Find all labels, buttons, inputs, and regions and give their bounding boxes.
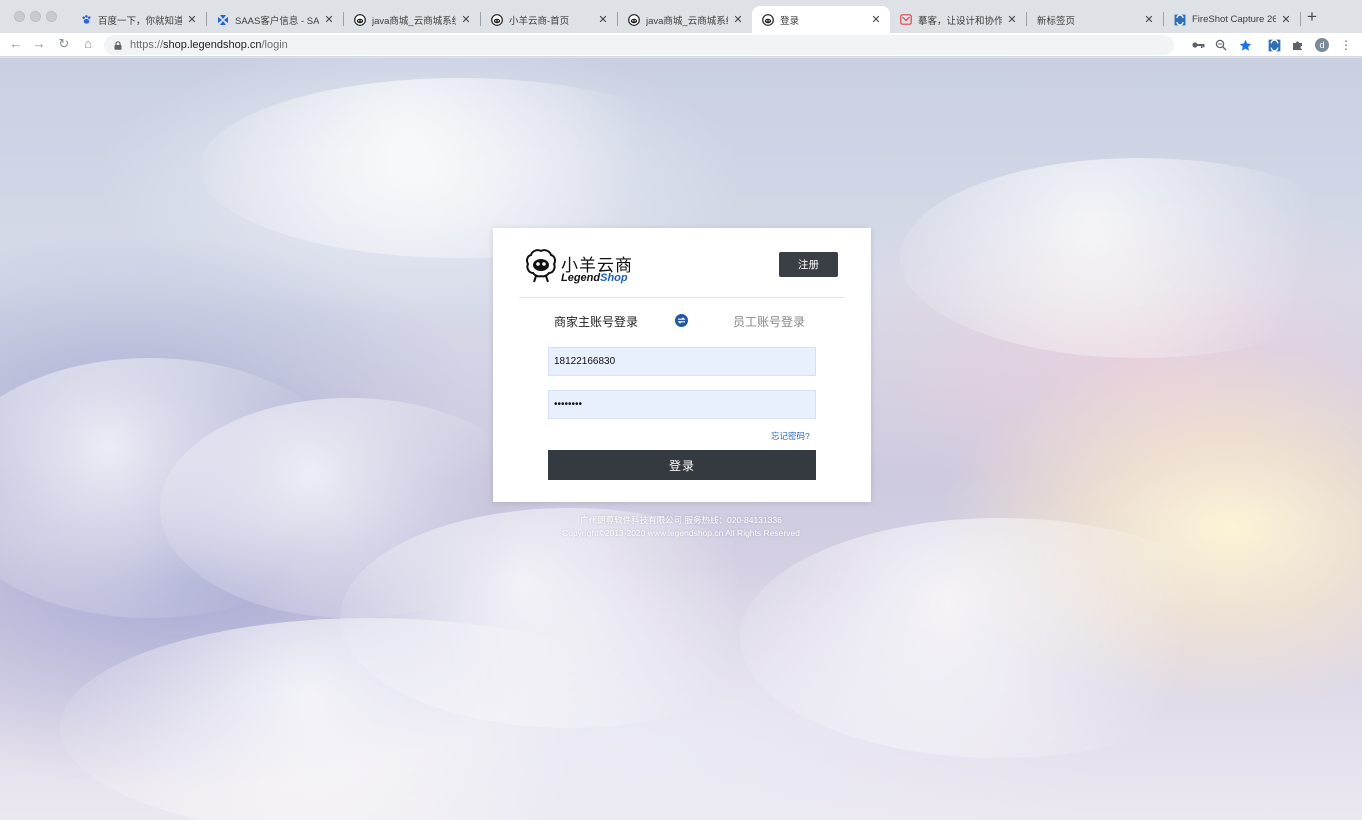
window-close-dot[interactable]: [14, 11, 25, 22]
forward-arrow-icon[interactable]: →: [31, 36, 47, 52]
legendshop-logo: 小羊云商 LegendShop: [525, 248, 635, 286]
sheep-logo-icon: [762, 13, 774, 26]
tab-title: java商城_云商城系统_: [646, 15, 728, 27]
logo-english-name: LegendShop: [561, 272, 628, 284]
footer-company-info: 广州朗尊软件科技有限公司 服务热线：020-84131336: [580, 515, 782, 525]
tab-merchant-account-login[interactable]: 商家主账号登录: [554, 313, 638, 330]
cloud-decoration: [900, 158, 1362, 358]
tab-close-icon[interactable]: ✕: [870, 13, 882, 26]
tab-close-icon[interactable]: ✕: [597, 13, 609, 26]
back-arrow-icon[interactable]: ←: [8, 36, 24, 52]
tab-close-icon[interactable]: ✕: [732, 13, 744, 26]
sheep-logo-icon: [628, 13, 640, 26]
window-zoom-dot[interactable]: [46, 11, 57, 22]
login-card: 小羊云商 LegendShop 注册 商家主账号登录 员工账号登录 忘记密码? …: [493, 228, 871, 502]
baidu-paw-icon: [80, 14, 92, 26]
tab-staff-account-login[interactable]: 员工账号登录: [733, 313, 805, 330]
browser-tab[interactable]: java商城_云商城系统_ ✕: [618, 6, 752, 33]
switch-arrows-icon[interactable]: [675, 314, 688, 327]
browser-tab-active[interactable]: 登录 ✕: [752, 6, 890, 33]
browser-tab[interactable]: SAAS客户信息 - SAAS ✕: [207, 6, 343, 33]
tab-close-icon[interactable]: ✕: [1143, 13, 1155, 26]
bookmark-star-icon[interactable]: [1237, 37, 1253, 53]
lock-icon: [114, 40, 122, 50]
browser-toolbar: ← → ↻ ⌂ https://shop.legendshop.cn/login…: [0, 33, 1362, 57]
browser-tab[interactable]: java商城_云商城系统_ ✕: [344, 6, 480, 33]
browser-tab-strip: 百度一下，你就知道 ✕ SAAS客户信息 - SAAS ✕ java商城_云商城…: [0, 0, 1362, 33]
zoom-icon[interactable]: [1213, 37, 1229, 53]
address-bar[interactable]: https://shop.legendshop.cn/login: [104, 35, 1174, 55]
tab-close-icon[interactable]: ✕: [323, 13, 335, 26]
tab-close-icon[interactable]: ✕: [1280, 13, 1292, 26]
home-icon[interactable]: ⌂: [80, 36, 96, 52]
register-button[interactable]: 注册: [779, 252, 838, 277]
browser-tab[interactable]: 摹客，让设计和协作更 ✕: [890, 6, 1026, 33]
cloud-decoration: [740, 518, 1260, 758]
browser-tab[interactable]: 小羊云商-首页 ✕: [481, 6, 617, 33]
sheep-logo-icon: [354, 13, 366, 26]
address-url: https://shop.legendshop.cn/login: [130, 39, 288, 51]
confluence-icon: [217, 14, 229, 26]
tab-title: java商城_云商城系统_: [372, 15, 456, 27]
mockplus-icon: [900, 14, 912, 26]
tab-title: FireShot Capture 261: [1192, 14, 1276, 25]
window-minimize-dot[interactable]: [30, 11, 41, 22]
forgot-password-link[interactable]: 忘记密码?: [771, 430, 810, 442]
fireshot-icon: [1174, 13, 1186, 26]
tab-title: SAAS客户信息 - SAAS: [235, 15, 319, 27]
tab-title: 小羊云商-首页: [509, 15, 570, 27]
fireshot-extension-icon[interactable]: [1266, 37, 1282, 53]
reload-icon[interactable]: ↻: [56, 36, 72, 52]
login-submit-button[interactable]: 登录: [548, 450, 816, 480]
browser-tab[interactable]: 百度一下，你就知道 ✕: [70, 6, 206, 33]
tab-close-icon[interactable]: ✕: [186, 13, 198, 26]
sheep-logo-icon: [526, 249, 556, 283]
tab-title: 新标签页: [1037, 15, 1076, 27]
username-input[interactable]: [548, 347, 816, 376]
browser-menu-icon[interactable]: ⋮: [1338, 37, 1354, 53]
footer-copyright: Copyright©2013-2020 www.legendshop.cn Al…: [562, 528, 800, 538]
key-icon[interactable]: [1190, 37, 1206, 53]
browser-tab[interactable]: FireShot Capture 261 ✕: [1164, 6, 1300, 33]
extensions-puzzle-icon[interactable]: [1290, 37, 1306, 53]
tab-close-icon[interactable]: ✕: [1006, 13, 1018, 26]
login-page-background: 小羊云商 LegendShop 注册 商家主账号登录 员工账号登录 忘记密码? …: [0, 58, 1362, 820]
tab-title: 登录: [780, 15, 800, 27]
profile-avatar-icon[interactable]: d: [1314, 37, 1330, 53]
sheep-logo-icon: [491, 13, 503, 26]
browser-tab[interactable]: 新标签页 ✕: [1027, 6, 1163, 33]
new-tab-button[interactable]: +: [1307, 8, 1317, 26]
tab-close-icon[interactable]: ✕: [460, 13, 472, 26]
tab-title: 摹客，让设计和协作更: [918, 15, 1002, 27]
tab-title: 百度一下，你就知道: [98, 15, 182, 27]
password-input[interactable]: [548, 390, 816, 419]
card-divider: [519, 297, 845, 298]
